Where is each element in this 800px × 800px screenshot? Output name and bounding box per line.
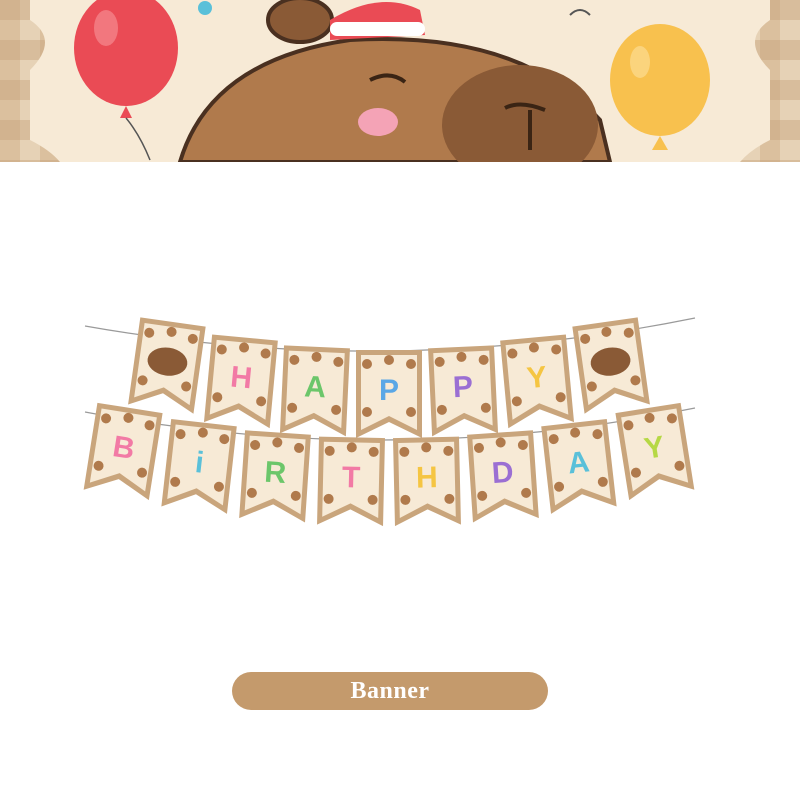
row2-letter-2: R <box>263 456 287 490</box>
row2-pennant-2: R <box>239 430 311 523</box>
row1-letter-2: A <box>304 370 327 404</box>
row1-letter-5: Y <box>525 361 548 396</box>
row2-pennant-7: Y <box>615 402 695 501</box>
row2-letter-5: D <box>491 456 515 490</box>
row2-pennant-1: i <box>161 418 237 514</box>
row1-pennant-1: H <box>203 334 278 429</box>
banner-label: Banner <box>350 677 430 704</box>
row1-letter-1: H <box>229 360 254 395</box>
row2-letter-3: T <box>342 461 361 494</box>
bunting-svg: HAPPY BiRTHDAY <box>83 317 696 527</box>
row2-letter-4: H <box>416 461 438 494</box>
row1-letter-3: P <box>379 374 399 407</box>
row2-letter-6: A <box>566 445 591 480</box>
row1-pennant-4: P <box>428 345 499 437</box>
banner-label-pill: Banner <box>232 672 548 710</box>
row2-pennant-6: A <box>541 418 617 514</box>
hero-illustration <box>0 0 800 162</box>
row1-pennant-2: A <box>279 345 350 437</box>
row2-pennant-3: T <box>317 436 385 527</box>
hero-image <box>0 0 800 162</box>
row2-pennant-4: H <box>393 436 461 527</box>
row1-pennant-5: Y <box>500 334 575 429</box>
row2-pennant-5: D <box>467 430 539 523</box>
row1-pennant-3: P <box>356 350 422 438</box>
row1-pennant-6 <box>572 317 650 414</box>
row2-pennant-0: B <box>83 402 163 501</box>
bunting-banner: HAPPY BiRTHDAY <box>0 300 800 540</box>
row1-letter-4: P <box>452 370 474 404</box>
row1-pennant-0 <box>128 317 206 414</box>
